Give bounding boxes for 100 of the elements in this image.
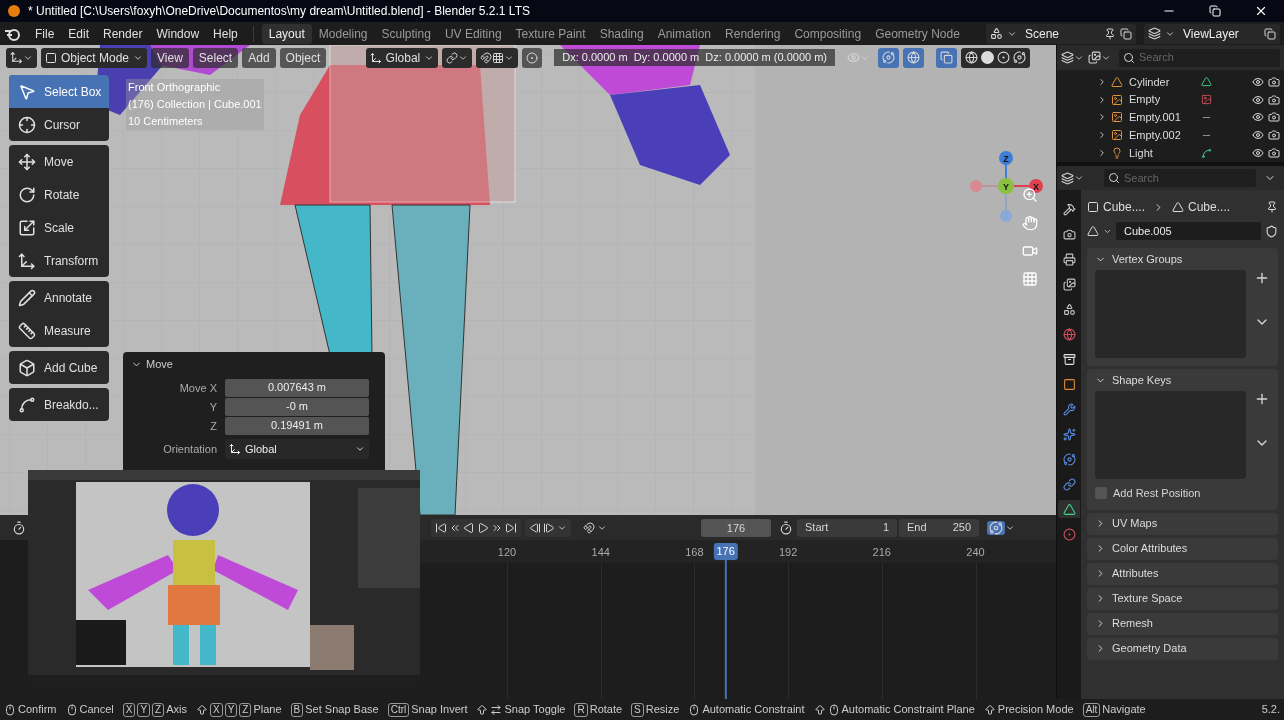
close-icon [1254,4,1268,18]
status-hint: Set Snap Base [305,702,379,718]
view-layer-selector[interactable]: ViewLayer [1144,23,1280,44]
menu-item[interactable]: File [28,23,62,44]
playhead-frame-label[interactable]: 176 [713,543,738,560]
workspace-tab[interactable]: Animation [650,23,719,44]
playback-controls[interactable] [431,518,521,537]
workspace-tab[interactable]: UV Editing [437,23,509,44]
mouse-icon [688,703,701,716]
camera-icon[interactable] [1268,147,1280,160]
outliner-row[interactable]: Empty.002 [1057,126,1284,145]
workspace-tab[interactable]: Rendering [718,23,788,44]
scene-selector[interactable]: Scene [986,23,1136,44]
outliner-row[interactable]: Light [1057,144,1284,162]
filter-button[interactable] [1088,51,1111,64]
expand-icon[interactable] [1097,76,1107,87]
workspace-tab[interactable]: Geometry Node [868,23,967,44]
eye-icon[interactable] [1252,75,1264,88]
restore-icon [1209,5,1221,17]
link-icon[interactable] [1062,477,1076,491]
square-icon[interactable] [1062,377,1076,391]
triangle-icon[interactable] [1062,502,1076,516]
eye-icon[interactable] [1252,93,1264,106]
blender-logo-icon[interactable] [4,26,20,41]
workspace-tab[interactable]: Modeling [311,23,375,44]
camera-icon[interactable] [1268,111,1280,124]
status-hint: Resize [645,702,680,718]
orbit-icon[interactable] [1062,452,1076,466]
pin-icon[interactable] [1104,27,1116,40]
pin-icon[interactable] [1266,201,1278,213]
menu-item[interactable]: Render [96,23,150,44]
shield-icon[interactable] [1265,224,1278,238]
add-icon[interactable] [1254,391,1270,407]
images-icon[interactable] [1062,277,1076,291]
checkbox[interactable] [1095,487,1107,500]
expand-icon[interactable] [1097,130,1107,141]
camera-icon[interactable] [1268,75,1280,88]
start-frame-field[interactable]: Start 1 [797,518,897,537]
shift-key-icon [813,703,826,716]
panel-header[interactable]: Vertex Groups [1087,248,1278,270]
panel-header[interactable]: Geometry Data [1087,637,1278,660]
menu-item[interactable]: Edit [61,23,97,44]
camera-icon[interactable] [1268,129,1280,142]
copy-icon[interactable] [1120,27,1132,40]
workspace-tab[interactable]: Compositing [787,23,869,44]
outliner-item-name: Cylinder [1129,74,1171,90]
layers-icon [1061,51,1074,64]
eye-icon[interactable] [1252,147,1264,160]
status-hint: Plane [253,702,282,718]
expand-icon[interactable] [1097,112,1107,123]
workspace-tab[interactable]: Shading [592,23,651,44]
camera-icon[interactable] [1268,93,1280,106]
expand-icon[interactable] [1097,148,1107,159]
image-icon [1111,129,1123,142]
orbit-icon [989,520,1003,535]
shift-key-icon [196,703,208,716]
menu-item[interactable]: Window [149,23,207,44]
breadcrumb-item[interactable]: Cube.... [1188,198,1231,216]
panel-header[interactable]: UV Maps [1087,512,1278,535]
image-icon [1111,111,1123,124]
workspace-tab[interactable]: Sculpting [374,23,438,44]
expand-icon[interactable] [1097,94,1107,105]
camera-icon[interactable] [1062,227,1076,241]
shapes-icon[interactable] [1062,302,1076,316]
box-icon[interactable] [1062,352,1076,366]
clock-icon[interactable] [12,520,26,535]
keyframe-jump-controls[interactable] [525,518,571,537]
panel-header[interactable]: Color Attributes [1087,537,1278,560]
add-icon[interactable] [1254,270,1270,286]
outliner-row[interactable]: Empty.001 [1057,108,1284,127]
end-frame-field[interactable]: End 250 [899,518,979,537]
outliner-row[interactable]: Empty [1057,90,1284,109]
stopwatch-icon[interactable] [779,520,793,535]
menu-item[interactable]: Help [206,23,245,44]
wrench-icon[interactable] [1062,402,1076,416]
play-icon [477,521,489,534]
jump-start-icon [435,521,447,534]
mesh-name-field[interactable]: Cube.005 [1116,222,1261,240]
eye-icon[interactable] [1252,111,1264,124]
panel-header[interactable]: Shape Keys [1087,369,1278,391]
eye-icon[interactable] [1252,129,1264,142]
sphere-icon[interactable] [1062,527,1076,541]
panel-header[interactable]: Remesh [1087,612,1278,635]
panel-header[interactable]: Texture Space [1087,587,1278,610]
key-cap: Y [224,702,238,717]
panel-header[interactable]: Attributes [1087,562,1278,585]
display-mode-button[interactable] [1061,51,1084,64]
copy-icon[interactable] [1264,27,1276,40]
globe-icon[interactable] [1062,327,1076,341]
magnet-icon [583,521,595,534]
current-frame-field[interactable]: 176 [701,518,771,537]
workspace-tab[interactable]: Texture Paint [508,23,593,44]
breadcrumb-item[interactable]: Cube.... [1103,198,1146,216]
workspace-tab[interactable]: Layout [261,23,312,44]
printer-icon[interactable] [1062,252,1076,266]
outliner-row[interactable]: Cylinder [1057,73,1284,91]
overlay-button[interactable] [987,520,1005,535]
editor-type-button[interactable] [1061,171,1084,185]
sparkles-icon[interactable] [1062,427,1076,441]
curve-icon [1201,147,1212,159]
